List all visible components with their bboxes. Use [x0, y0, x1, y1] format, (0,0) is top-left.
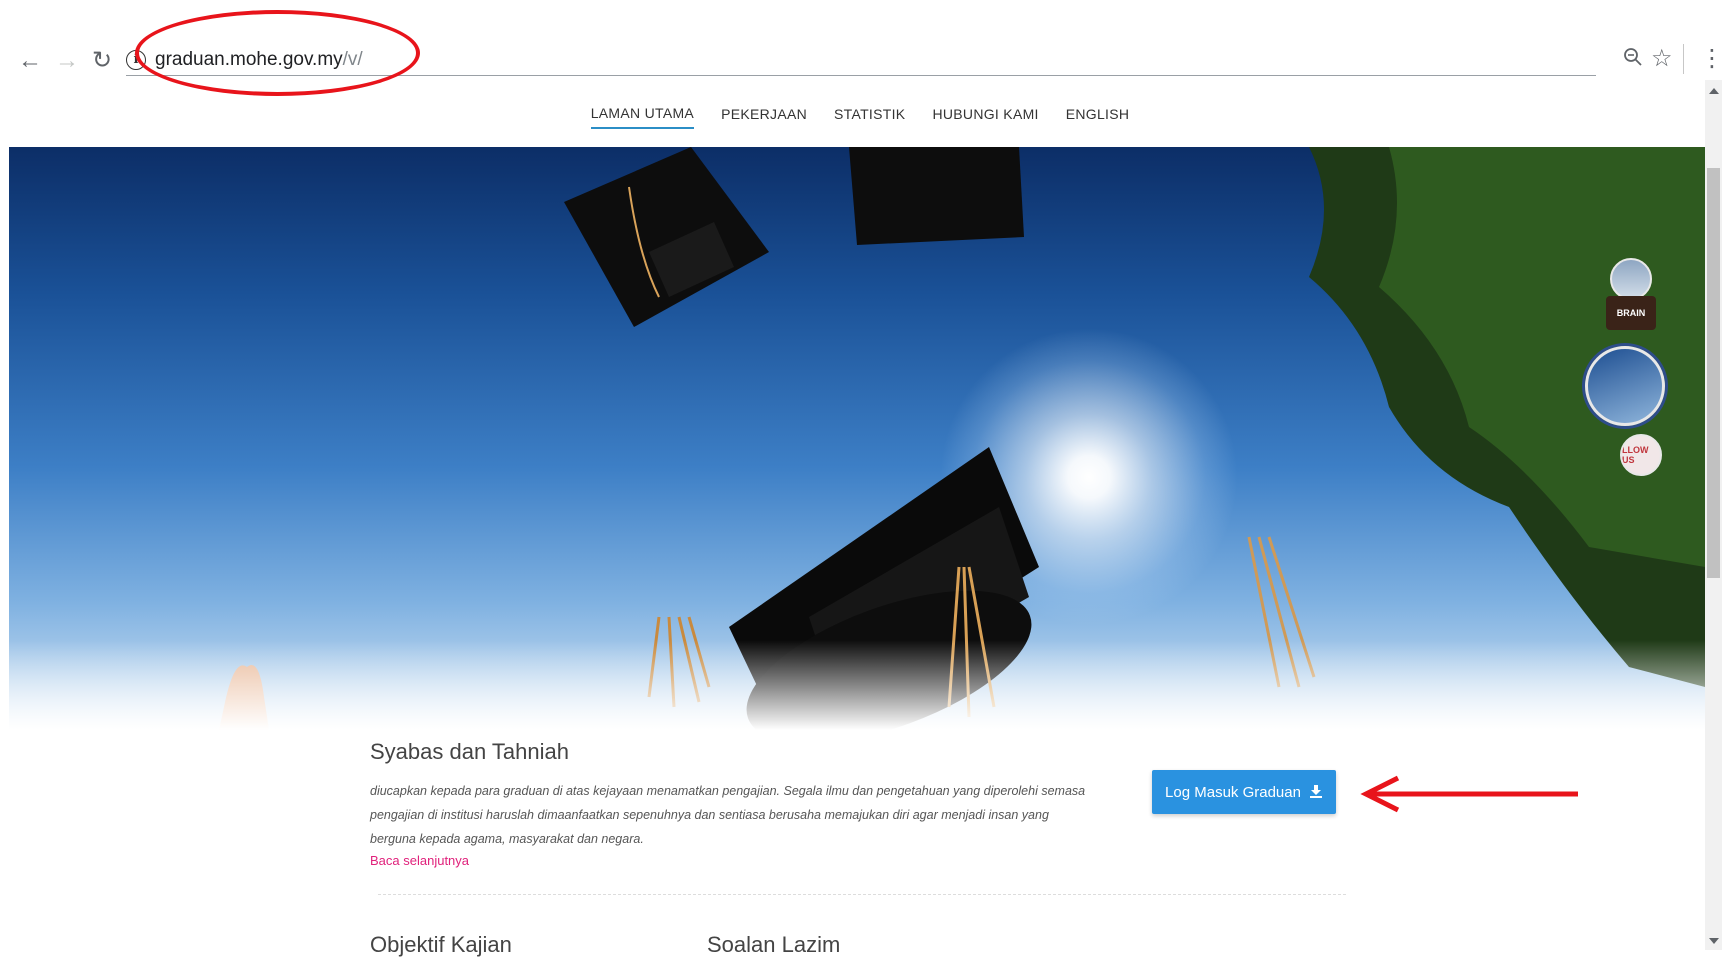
soalan-lazim-heading: Soalan Lazim: [707, 932, 841, 957]
welcome-intro: diucapkan kepada para graduan di atas ke…: [370, 779, 1130, 851]
download-icon: [1309, 784, 1323, 801]
intro-line: pengajian di institusi haruslah dimaanfa…: [370, 808, 1049, 822]
carousel-indicator[interactable]: LLOW US: [1620, 434, 1662, 476]
more-vert-icon[interactable]: ⋮: [1700, 44, 1722, 73]
star-icon[interactable]: ☆: [1651, 44, 1673, 73]
hero-bottom-fade: [9, 640, 1705, 730]
arrow-right-icon[interactable]: →: [55, 46, 79, 76]
page-scrollbar[interactable]: [1705, 80, 1722, 950]
nav-item-pekerjaan[interactable]: PEKERJAAN: [721, 100, 807, 128]
scrollbar-thumb[interactable]: [1707, 168, 1720, 578]
nav-item-english[interactable]: ENGLISH: [1066, 100, 1130, 128]
objektif-kajian-heading: Objektif Kajian: [370, 932, 512, 957]
scroll-up-icon[interactable]: [1709, 88, 1719, 94]
intro-line: diucapkan kepada para graduan di atas ke…: [370, 784, 1086, 798]
graduate-login-button[interactable]: Log Masuk Graduan: [1152, 770, 1336, 814]
login-button-label: Log Masuk Graduan: [1165, 783, 1301, 801]
hero-banner-image: [9, 147, 1705, 730]
arrow-left-icon[interactable]: ←: [18, 46, 42, 76]
read-more-link[interactable]: Baca selanjutnya: [370, 853, 469, 868]
login-annotation-arrow: [1360, 775, 1578, 813]
main-navigation: LAMAN UTAMA PEKERJAAN STATISTIK HUBUNGI …: [0, 80, 1705, 147]
nav-item-statistik[interactable]: STATISTIK: [834, 100, 905, 128]
welcome-section: Syabas dan Tahniah diucapkan kepada para…: [370, 735, 1345, 868]
nav-item-laman-utama[interactable]: LAMAN UTAMA: [590, 99, 695, 129]
carousel-indicator[interactable]: [1610, 258, 1652, 300]
welcome-title: Syabas dan Tahniah: [370, 739, 569, 764]
nav-item-hubungi-kami[interactable]: HUBUNGI KAMI: [932, 100, 1038, 128]
carousel-indicator[interactable]: BRAIN: [1606, 296, 1656, 330]
zoom-out-icon[interactable]: [1623, 47, 1643, 73]
carousel-indicator-active[interactable]: [1585, 346, 1665, 426]
reload-icon[interactable]: ↻: [92, 46, 112, 76]
section-divider: [378, 894, 1346, 895]
toolbar-divider: [1683, 44, 1684, 74]
scroll-down-icon[interactable]: [1709, 938, 1719, 944]
intro-line: berguna kepada agama, masyarakat dan neg…: [370, 832, 644, 846]
